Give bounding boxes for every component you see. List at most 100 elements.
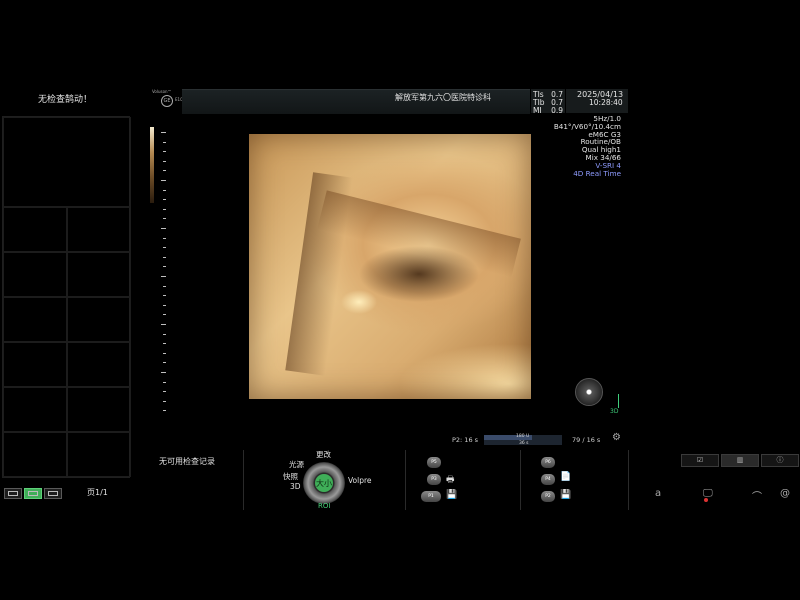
depth-tick <box>163 410 166 412</box>
layout-1x2-icon <box>8 491 18 496</box>
thumbnail-slot[interactable] <box>3 207 67 252</box>
cine-bar-bottom-text: 36 s <box>519 441 529 446</box>
knob-roi-label[interactable]: ROI <box>318 502 330 510</box>
cine-frame-count: 79 / 16 s <box>572 436 601 444</box>
depth-tick <box>161 132 166 133</box>
depth-tick <box>163 218 166 220</box>
layout-3x3-button[interactable] <box>44 488 62 499</box>
checklist-icon: ☑ <box>696 456 704 464</box>
depth-tick <box>161 180 166 181</box>
layout-2x2-icon <box>28 491 38 496</box>
depth-tick <box>163 170 166 172</box>
ge-logo-icon: GE <box>161 95 173 107</box>
no-exam-records: 无可用检查记录 <box>159 457 215 466</box>
thumbnail-slot[interactable] <box>3 342 67 387</box>
depth-tick <box>163 362 166 364</box>
knob-volpre-label[interactable]: Volpre <box>348 476 372 485</box>
depth-tick <box>163 314 166 316</box>
depth-tick <box>163 256 166 258</box>
thumbnail-slot[interactable] <box>3 117 131 207</box>
mi-label: MI <box>533 106 542 115</box>
no-exam-title: 无检查鹄动！ <box>37 95 92 105</box>
p6-button[interactable]: P6 <box>541 457 555 468</box>
thumbnail-slot[interactable] <box>3 387 67 432</box>
thumbnail-slot[interactable] <box>67 207 131 252</box>
depth-scale <box>161 132 169 418</box>
depth-tick <box>161 324 166 325</box>
checklist-tab[interactable]: ☑ <box>681 454 719 467</box>
depth-tick <box>161 372 166 373</box>
depth-tick <box>163 304 166 306</box>
network-icon[interactable]: ⌒ <box>752 488 762 503</box>
divider <box>405 450 406 510</box>
email-icon[interactable]: @ <box>780 488 790 499</box>
layout-1x2-button[interactable] <box>4 488 22 499</box>
depth-tick <box>163 199 166 201</box>
knob-snapshot-label[interactable]: 快照 <box>283 471 298 482</box>
3d-fetal-render[interactable] <box>249 134 531 399</box>
input-mode-indicator: a <box>655 488 662 499</box>
depth-tick <box>163 381 166 383</box>
layout-3x3-icon <box>48 491 58 496</box>
layout-2x2-button[interactable] <box>24 488 42 499</box>
save-icon[interactable]: 💾 <box>446 490 457 500</box>
knob-3d-label[interactable]: 3D <box>290 482 301 491</box>
scan-parameter: 4D Real Time <box>573 168 621 178</box>
divider <box>628 450 629 510</box>
mi-row: MI 0.9 <box>533 106 563 115</box>
orientation-label: 3D <box>610 408 619 415</box>
p2-button[interactable]: P2 <box>541 491 555 502</box>
axis-indicator <box>618 394 619 408</box>
thumbnail-slot[interactable] <box>67 342 131 387</box>
depth-tick <box>163 141 166 143</box>
depth-tick <box>161 276 166 277</box>
depth-tick <box>163 237 166 239</box>
p4-button[interactable]: P4 <box>541 474 555 485</box>
info-icon: ⓘ <box>776 456 784 464</box>
depth-tick <box>163 189 166 191</box>
depth-tick <box>163 352 166 354</box>
thumbnail-grid <box>2 116 131 478</box>
chart-icon: ▥ <box>736 456 744 464</box>
knob-light-label[interactable]: 光源 <box>289 459 304 470</box>
exam-time: 10:28:40 <box>589 98 623 107</box>
thumbnail-slot[interactable] <box>3 297 67 342</box>
page-indicator: 页1/1 <box>87 488 108 497</box>
scan-parameters: 5Hz/1.0 B41°/V60°/10.4cm eM6C G3 Routine/OB… <box>554 115 621 177</box>
p3-button[interactable]: P3 <box>427 474 441 485</box>
save-icon[interactable]: 💾 <box>560 490 571 500</box>
depth-tick <box>163 343 166 345</box>
mi-value: 0.9 <box>551 106 563 115</box>
depth-tick <box>163 151 166 153</box>
print-icon[interactable]: 🖶 <box>446 472 455 488</box>
depth-tick <box>163 160 166 162</box>
depth-tick <box>163 333 166 335</box>
thumbnail-slot[interactable] <box>67 252 131 297</box>
cine-bar-top-text: 180 U <box>516 434 530 439</box>
depth-tick <box>163 247 166 249</box>
thumbnail-slot[interactable] <box>3 252 67 297</box>
depth-tick <box>163 400 166 402</box>
thumbnail-slot[interactable] <box>3 432 67 477</box>
p5-button[interactable]: P5 <box>427 457 441 468</box>
record-indicator <box>704 498 708 502</box>
depth-tick <box>163 285 166 287</box>
gear-icon[interactable]: ⚙ <box>612 432 621 443</box>
knob-top-label[interactable]: 更改 <box>316 449 331 460</box>
thumbnail-slot[interactable] <box>67 432 131 477</box>
chart-tab[interactable]: ▥ <box>721 454 759 467</box>
document-icon[interactable]: 📄 <box>560 472 571 482</box>
depth-tick <box>163 295 166 297</box>
p1-button[interactable]: P1 <box>421 491 441 502</box>
brand-logo-text: Voluson™ <box>152 89 172 94</box>
info-tab[interactable]: ⓘ <box>761 454 799 467</box>
orientation-ball-icon[interactable] <box>575 378 603 406</box>
depth-tick <box>161 228 166 229</box>
color-map-bar <box>150 127 154 203</box>
divider <box>243 450 244 510</box>
thumbnail-slot[interactable] <box>67 387 131 432</box>
depth-tick <box>163 208 166 210</box>
knob-center-label: 大小 <box>316 479 332 488</box>
cine-left-label: P2: 16 s <box>452 436 479 444</box>
thumbnail-slot[interactable] <box>67 297 131 342</box>
